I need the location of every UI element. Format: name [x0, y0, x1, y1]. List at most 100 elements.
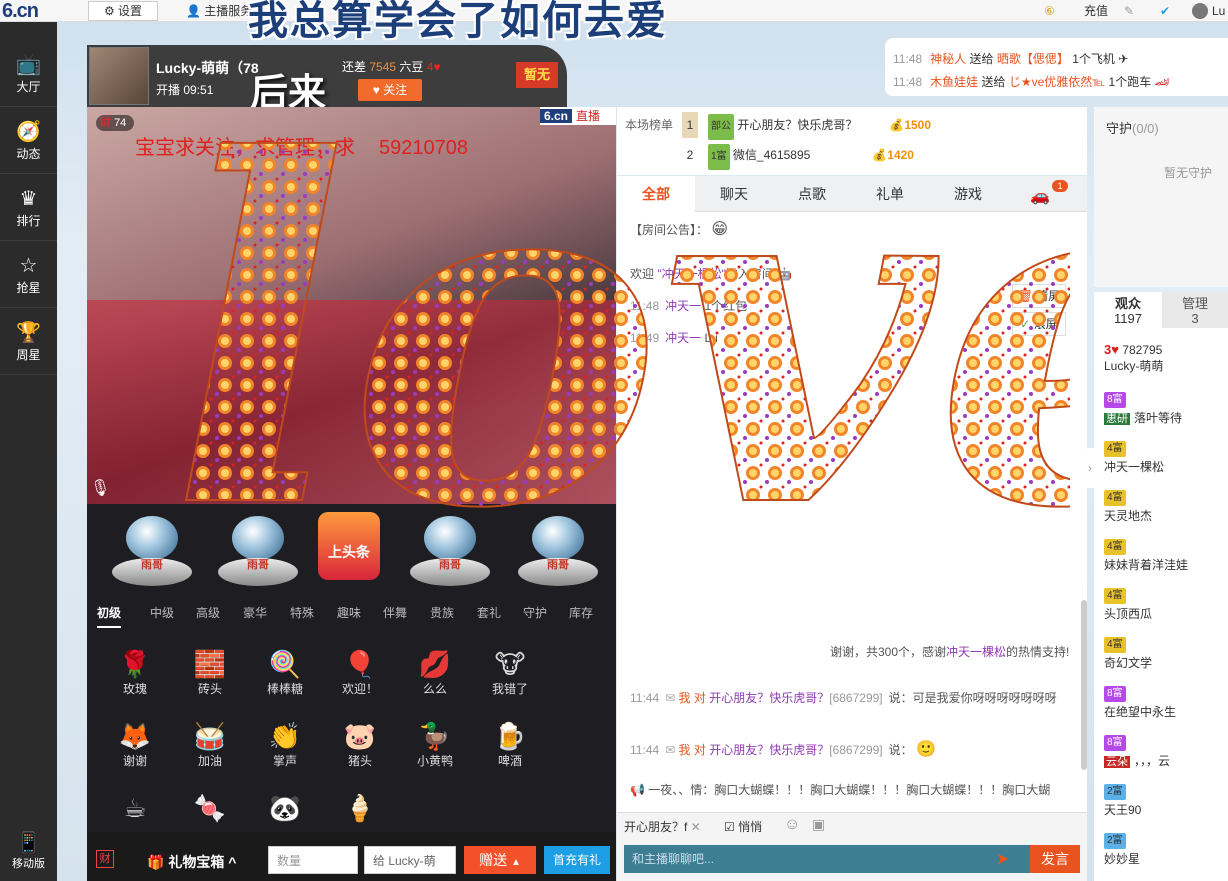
- send-message-button[interactable]: 发言: [1030, 845, 1080, 873]
- emoji-icon[interactable]: ☺: [784, 816, 800, 834]
- notice-from[interactable]: 木鱼娃娃: [930, 75, 978, 89]
- gift-item[interactable]: 🐷 猪头: [328, 720, 392, 782]
- tab-audience[interactable]: 观众 1197: [1094, 292, 1162, 328]
- gift-item[interactable]: 🥁 加油: [178, 720, 242, 782]
- gift-label: 谢谢: [122, 754, 147, 768]
- close-icon[interactable]: ✕: [691, 820, 701, 834]
- gift-tab[interactable]: 特殊: [290, 600, 314, 628]
- anchor-service-link[interactable]: 👤 主播服务: [186, 0, 252, 22]
- settings-button[interactable]: ⚙ 设置: [88, 1, 158, 21]
- follow-button[interactable]: ♥ 关注: [358, 79, 422, 101]
- chat-scrollbar[interactable]: [1081, 600, 1087, 770]
- gift-tab[interactable]: 豪华: [243, 600, 267, 628]
- sidebar-item-dynamic[interactable]: 🧭 动态: [0, 107, 57, 174]
- thanks-user[interactable]: 冲天一棵松: [946, 645, 1006, 659]
- edit-icon[interactable]: ✎: [1124, 0, 1134, 22]
- auto-scroll-button[interactable]: ✓ 滚屏: [1012, 312, 1066, 336]
- user-avatar[interactable]: [1192, 3, 1208, 19]
- msg-user[interactable]: 开心朋友？快乐虎哥？: [709, 691, 829, 705]
- audience-user[interactable]: 4富 奇幻文学: [1104, 635, 1224, 671]
- gift-item[interactable]: 🍺 啤酒: [478, 720, 542, 782]
- notice-to[interactable]: じ★ve优雅依然℡: [1009, 75, 1105, 89]
- car-icon[interactable]: 🚗: [1030, 186, 1050, 206]
- recipient-select[interactable]: 给 Lucky-萌: [364, 846, 456, 874]
- gift-tab[interactable]: 伴舞: [383, 600, 407, 628]
- gift-tab[interactable]: 初级: [97, 600, 122, 628]
- audience-user[interactable]: 4富 天灵地杰: [1104, 488, 1224, 524]
- tab-admins[interactable]: 管理 3: [1162, 292, 1228, 328]
- trophy-item[interactable]: 雨哥: [402, 512, 498, 590]
- trophy-item[interactable]: 雨哥: [104, 512, 200, 590]
- gift-item[interactable]: 🐮 我错了: [478, 648, 542, 710]
- gift-item[interactable]: 🎈 欢迎！: [328, 648, 392, 710]
- anchor-avatar[interactable]: [89, 47, 149, 105]
- quantity-input[interactable]: 数量: [268, 846, 358, 874]
- gift-item[interactable]: 👏 掌声: [253, 720, 317, 782]
- chat-tab[interactable]: 全部: [617, 176, 695, 212]
- gift-tab[interactable]: 贵族: [430, 600, 454, 628]
- sidebar-item-grab-star[interactable]: ☆ 抢星: [0, 241, 57, 308]
- microphone-icon[interactable]: 🎙: [90, 478, 110, 498]
- gift-tab[interactable]: 趣味: [337, 600, 361, 628]
- user-name[interactable]: Lu: [1212, 0, 1225, 22]
- headline-promo-button[interactable]: 上头条: [318, 512, 380, 580]
- gift-item[interactable]: 🦊 谢谢: [103, 720, 167, 782]
- sidebar-item-rank[interactable]: ♛ 排行: [0, 174, 57, 241]
- trophy-item[interactable]: 雨哥: [210, 512, 306, 590]
- chat-input[interactable]: 和主播聊聊吧...: [624, 845, 1030, 873]
- audience-user[interactable]: 8富 在绝望中永生: [1104, 684, 1224, 720]
- audience-user[interactable]: 2富 天王90: [1104, 782, 1224, 818]
- sidebar-item-weekly-star[interactable]: 🏆 周星: [0, 308, 57, 375]
- msg-text: 1个红包: [704, 299, 748, 313]
- gift-box-button[interactable]: 🎁 礼物宝箱 ^: [147, 852, 236, 872]
- notice-to[interactable]: 晒歌【偲偲】: [997, 52, 1069, 66]
- rank-label[interactable]: 本场榜单: [622, 116, 676, 133]
- wealth-icon[interactable]: 财: [96, 850, 114, 868]
- top-user[interactable]: 3♥ 782795 Lucky-萌萌: [1104, 342, 1163, 374]
- coin-icon[interactable]: ⑥: [1044, 0, 1055, 22]
- chat-tab[interactable]: 聊天: [695, 176, 773, 212]
- gift-item[interactable]: 💋 么么: [403, 648, 467, 710]
- audience-user[interactable]: 4富 头顶西瓜: [1104, 586, 1224, 622]
- anchor-name[interactable]: Lucky-萌萌（78: [156, 58, 259, 78]
- msg-user[interactable]: 冲天一: [665, 331, 701, 345]
- whisper-checkbox[interactable]: ☑ 悄悄: [724, 818, 762, 835]
- gift-item[interactable]: 🍭 棒棒糖: [253, 648, 317, 710]
- gift-tab[interactable]: 中级: [150, 600, 174, 628]
- gift-item[interactable]: 🌹 玫瑰: [103, 648, 167, 710]
- gift-item[interactable]: 🧱 砖头: [178, 648, 242, 710]
- msg-user[interactable]: 冲天一: [665, 299, 701, 313]
- notice-from[interactable]: 神秘人: [930, 52, 966, 66]
- first-recharge-button[interactable]: 首充有礼: [544, 846, 610, 874]
- sidebar-item-hall[interactable]: 📺 大厅: [0, 40, 57, 107]
- audience-user[interactable]: 8富 云朵 ，，，云: [1104, 733, 1224, 770]
- image-icon[interactable]: ▣: [812, 816, 825, 833]
- paper-plane-icon[interactable]: ➤: [996, 849, 1009, 869]
- gift-tab[interactable]: 守护: [523, 600, 547, 628]
- chat-tab[interactable]: 点歌: [773, 176, 851, 212]
- mobile-version-link[interactable]: 📱 移动版: [0, 830, 57, 871]
- gift-item[interactable]: 🦆 小黄鸭: [403, 720, 467, 782]
- clear-screen-button[interactable]: 🗑 清屏: [1012, 284, 1066, 308]
- recharge-link[interactable]: 充值: [1084, 0, 1108, 22]
- chat-tab[interactable]: 游戏: [929, 176, 1007, 212]
- audience-user[interactable]: 8富 恵研 落叶等待: [1104, 390, 1224, 427]
- msg-id: [6867299]: [829, 691, 883, 705]
- gift-tab[interactable]: 套礼: [477, 600, 501, 628]
- gift-tab[interactable]: 库存: [569, 600, 593, 628]
- verified-icon[interactable]: ✔: [1160, 0, 1170, 22]
- audience-user[interactable]: 2富 妙妙星: [1104, 831, 1224, 867]
- send-gift-button[interactable]: 赠送 ▲: [464, 846, 536, 874]
- chat-target-select[interactable]: 开心朋友？f ✕: [624, 818, 701, 835]
- gift-tab[interactable]: 高级: [196, 600, 220, 628]
- gift-icon: 🦆: [418, 721, 452, 751]
- chat-tab[interactable]: 礼单: [851, 176, 929, 212]
- audience-user[interactable]: 4富 妹妹背着洋洼娃: [1104, 537, 1224, 573]
- site-logo[interactable]: 6.cn: [0, 0, 58, 22]
- msg-user[interactable]: 开心朋友？快乐虎哥？: [709, 743, 829, 757]
- trophy-item[interactable]: 雨哥: [510, 512, 606, 590]
- rank-row[interactable]: 1 部公 开心朋友？快乐虎哥？ 💰1500: [682, 112, 931, 140]
- welcome-user[interactable]: "冲天一棵松": [657, 267, 726, 281]
- audience-user[interactable]: 4富 冲天一棵松: [1104, 439, 1224, 475]
- rank-row[interactable]: 2 1富 微信_4615895 💰1420: [682, 142, 914, 170]
